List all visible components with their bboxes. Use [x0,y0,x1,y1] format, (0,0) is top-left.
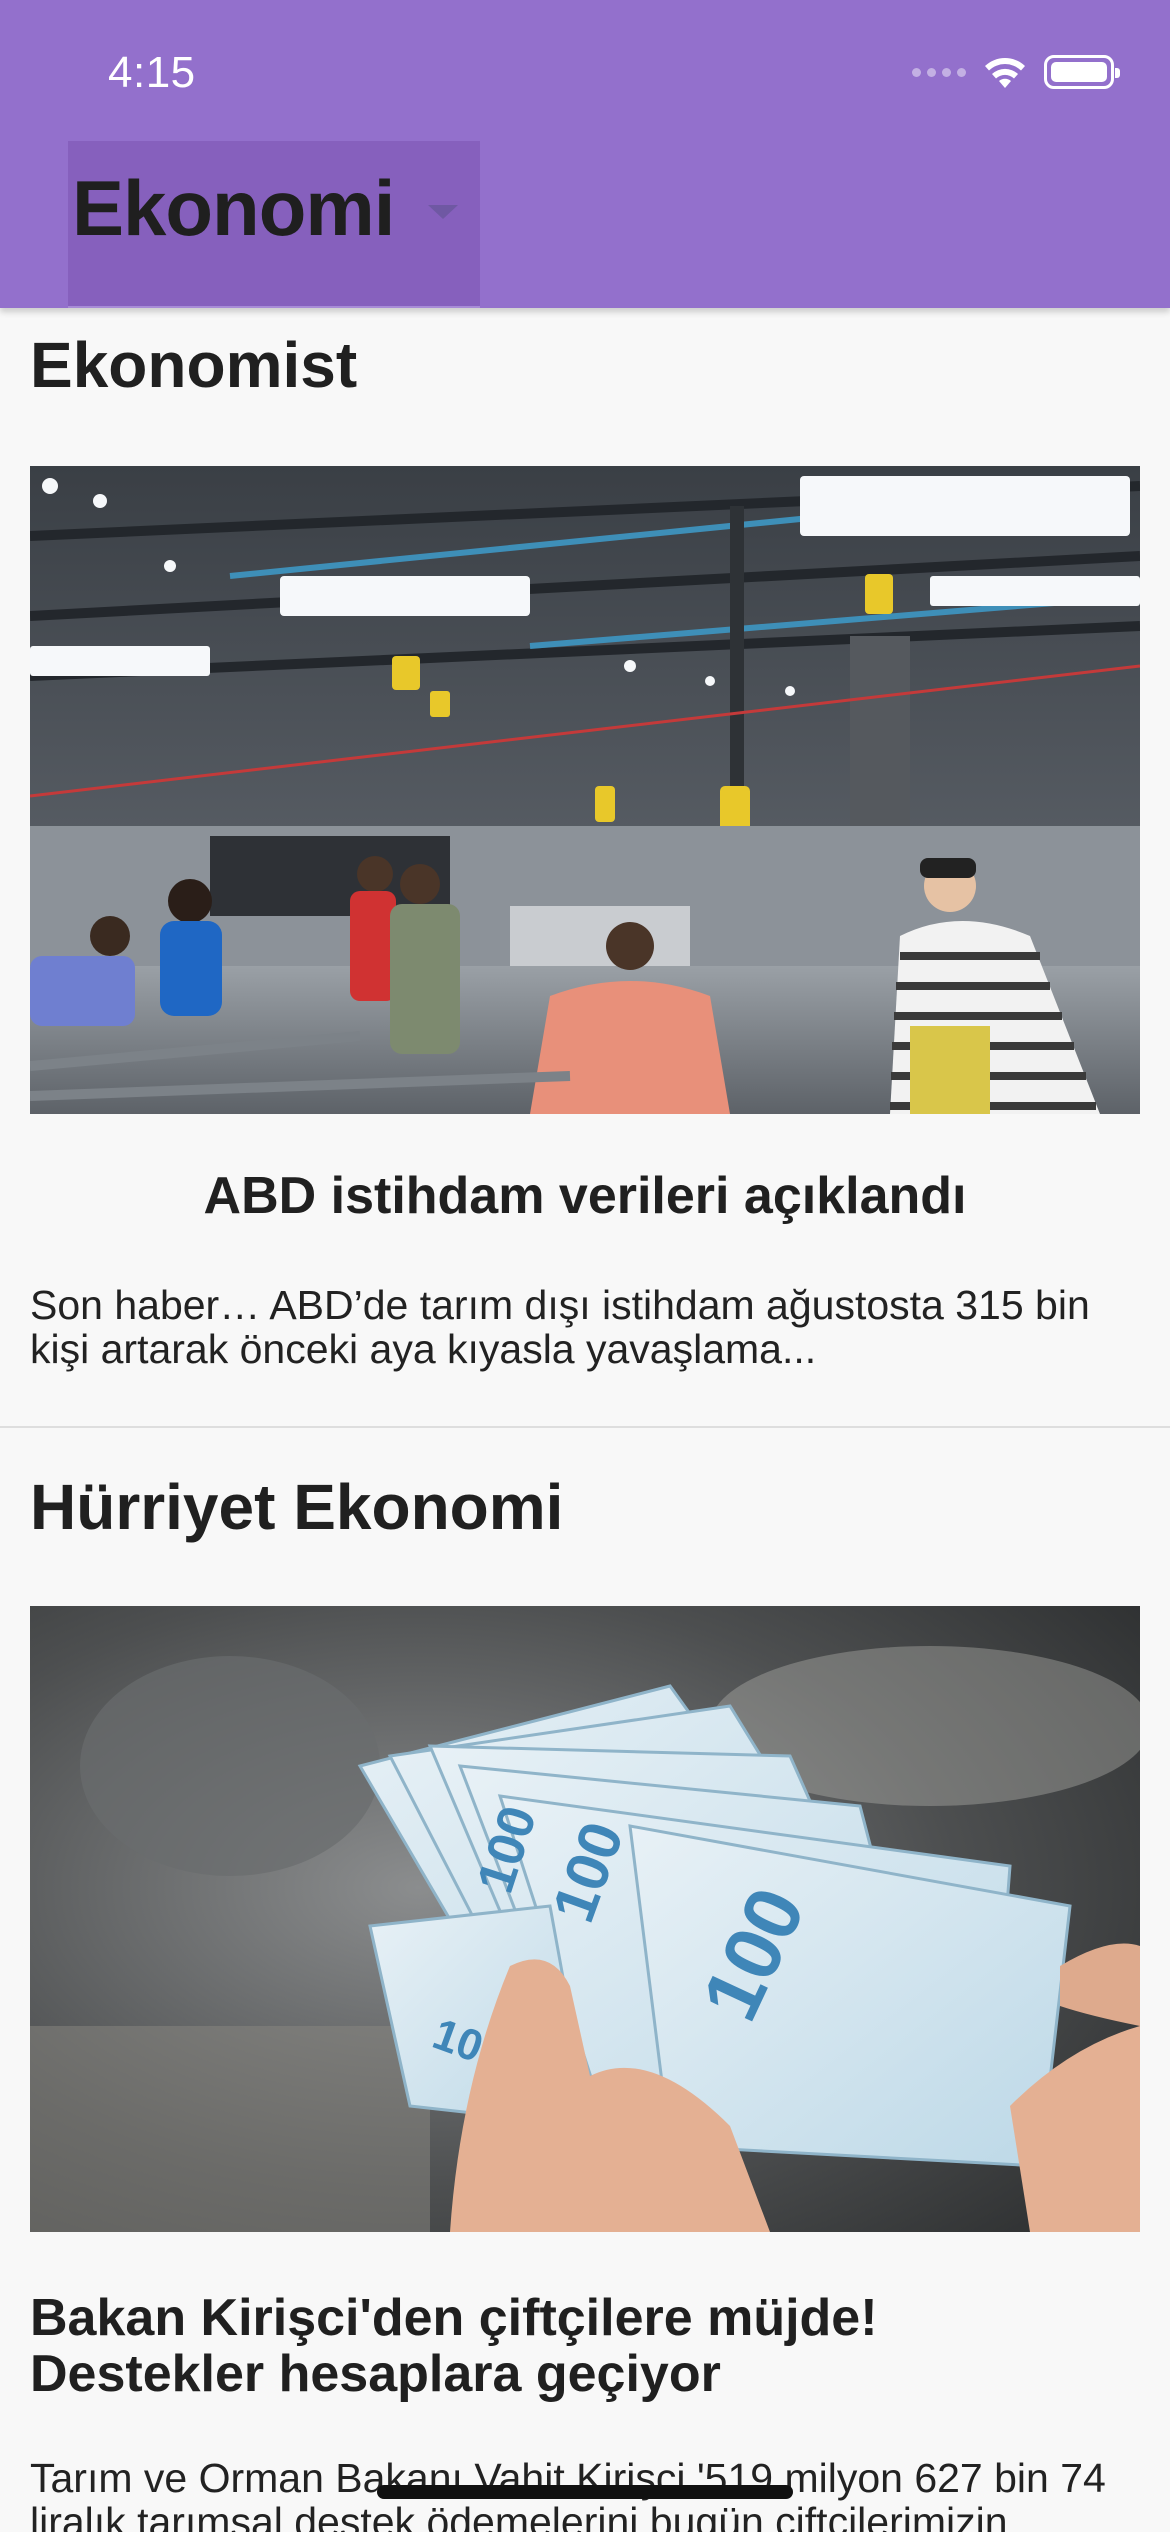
article-image-money[interactable]: 100 100 100 100 [30,1606,1140,2232]
status-time: 4:15 [108,48,196,97]
summary-line: liralık tarımsal destek ödemelerini bugü… [30,2499,1008,2532]
article-image-factory[interactable] [30,466,1140,1114]
home-indicator[interactable] [377,2485,793,2499]
status-indicators [912,52,1120,92]
title-line: Destekler hesaplara geçiyor [30,2345,721,2403]
summary-line: kişi artarak önceki aya kıyasla yavaşlam… [30,1326,817,1372]
article-title[interactable]: ABD istihdam verileri açıklandı [0,1168,1170,1224]
source-title: Ekonomist [30,329,358,401]
summary-line: Son haber… ABD’de tarım dışı istihdam ağ… [30,1282,1090,1328]
title-line: Bakan Kirişci'den çiftçilere müjde! [30,2289,878,2347]
battery-icon [1044,55,1120,89]
cellular-signal-icon [912,67,966,77]
article-title[interactable]: Bakan Kirişci'den çiftçilere müjde! Dest… [30,2290,1140,2402]
app-header: 4:15 Ekonomi [0,0,1170,308]
article-summary: Son haber… ABD’de tarım dışı istihdam ağ… [30,1283,1150,1371]
category-dropdown[interactable]: Ekonomi [68,141,480,308]
chevron-down-icon [428,205,458,219]
card-divider [0,1426,1170,1428]
source-title: Hürriyet Ekonomi [30,1471,564,1543]
factory-photo [30,466,1140,1114]
category-label: Ekonomi [72,164,395,252]
banknotes-photo: 100 100 100 100 [30,1606,1140,2232]
wifi-icon [985,58,1025,88]
